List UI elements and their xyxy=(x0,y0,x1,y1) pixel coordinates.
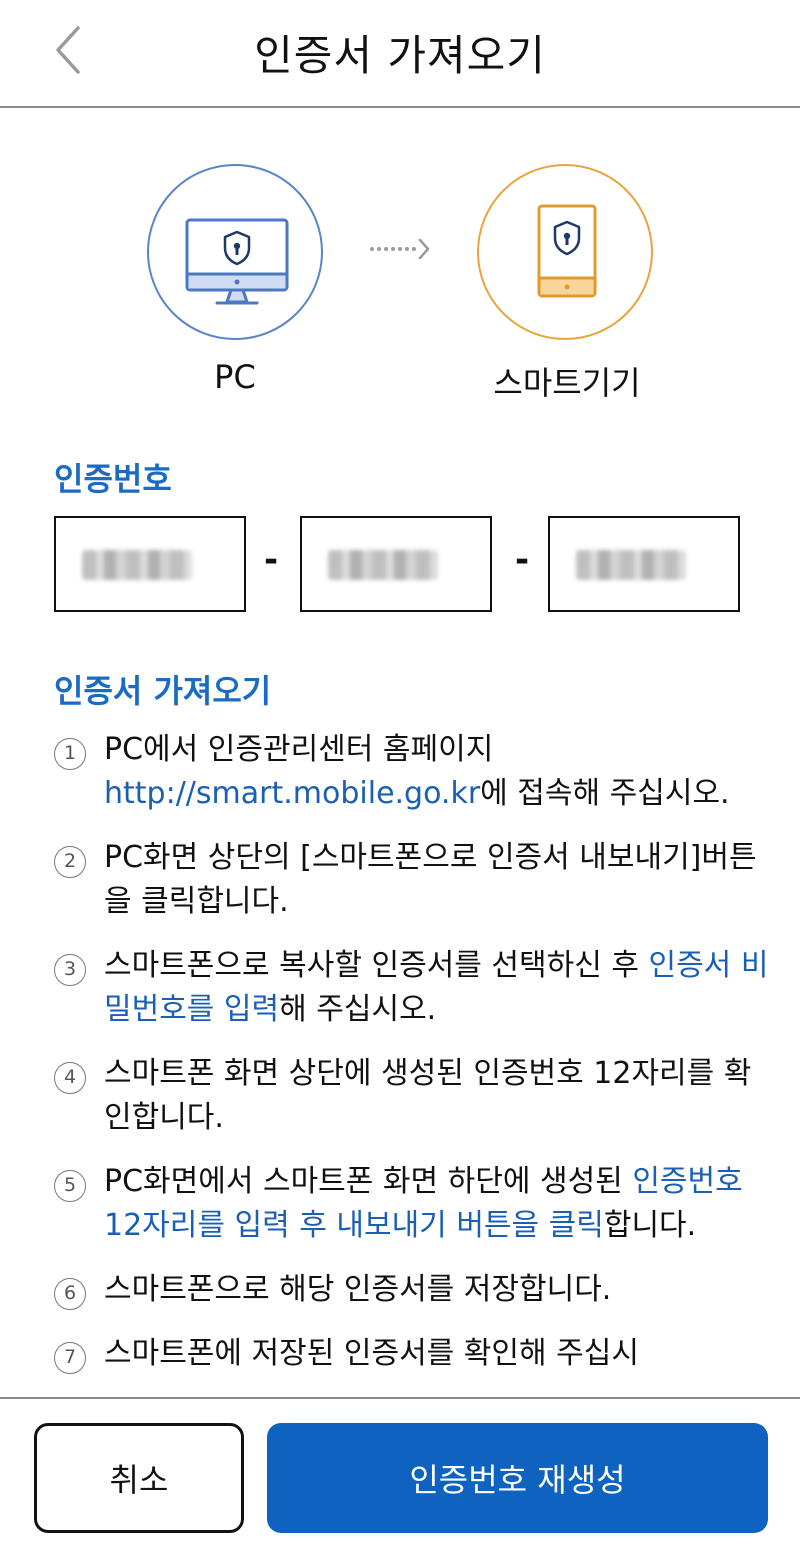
instruction-step: 5 PC화면에서 스마트폰 화면 하단에 생성된 인증번호 12자리를 입력 후 … xyxy=(54,1160,774,1248)
smart-device-circle xyxy=(477,164,653,340)
instruction-step: 2 PC화면 상단의 [스마트폰으로 인증서 내보내기]버튼을 클릭합니다. xyxy=(54,836,774,924)
auth-code-title: 인증번호 xyxy=(54,460,172,498)
smart-device-label: 스마트기기 xyxy=(493,364,641,402)
masked-value xyxy=(328,550,438,580)
step-link-text[interactable]: http://smart.mobile.go.kr xyxy=(104,776,480,811)
pc-circle xyxy=(147,164,323,340)
step-text: 에 접속해 주십시오. xyxy=(480,776,730,811)
scroll-content[interactable]: PC 스마트기기 인증번호 - - 인증서 가져오기 1 PC에서 인증관리센터 … xyxy=(0,110,800,1397)
step-text: 스마트폰으로 복사할 인증서를 선택하신 후 xyxy=(104,948,649,983)
cancel-button[interactable]: 취소 xyxy=(34,1423,244,1533)
step-text: 스마트폰에 저장된 인증서를 확인해 주십시 xyxy=(104,1336,639,1371)
top-bar: 인증서 가져오기 xyxy=(0,0,800,108)
instruction-step: 7 스마트폰에 저장된 인증서를 확인해 주십시 xyxy=(54,1332,774,1376)
step-text: 스마트폰으로 해당 인증서를 저장합니다. xyxy=(104,1272,612,1307)
step-number-badge: 1 xyxy=(54,738,86,770)
pc-label: PC xyxy=(214,358,256,396)
step-text: 합니다. xyxy=(603,1208,697,1243)
monitor-shield-icon xyxy=(185,218,289,305)
auth-code-field-1[interactable] xyxy=(54,516,246,612)
step-number-badge: 7 xyxy=(54,1342,86,1374)
step-text: PC화면에서 스마트폰 화면 하단에 생성된 xyxy=(104,1164,633,1199)
masked-value xyxy=(576,550,686,580)
auth-code-field-3[interactable] xyxy=(548,516,740,612)
step-number-badge: 4 xyxy=(54,1062,86,1094)
masked-value xyxy=(82,550,192,580)
regenerate-code-button[interactable]: 인증번호 재생성 xyxy=(267,1423,768,1533)
arrow-right-icon xyxy=(370,238,430,260)
bottom-action-bar: 취소 인증번호 재생성 xyxy=(0,1397,800,1567)
instruction-steps: 1 PC에서 인증관리센터 홈페이지 http://smart.mobile.go… xyxy=(54,728,774,1396)
import-section-title: 인증서 가져오기 xyxy=(54,672,272,710)
instruction-step: 6 스마트폰으로 해당 인증서를 저장합니다. xyxy=(54,1268,774,1312)
step-text: 스마트폰 화면 상단에 생성된 인증번호 12자리를 확인합니다. xyxy=(104,1056,752,1135)
step-number-badge: 2 xyxy=(54,846,86,878)
transfer-diagram: PC 스마트기기 xyxy=(0,110,800,410)
instruction-step: 4 스마트폰 화면 상단에 생성된 인증번호 12자리를 확인합니다. xyxy=(54,1052,774,1140)
auth-code-field-2[interactable] xyxy=(300,516,492,612)
code-separator: - xyxy=(264,540,279,580)
step-text: PC에서 인증관리센터 홈페이지 xyxy=(104,732,494,767)
step-number-badge: 5 xyxy=(54,1170,86,1202)
step-number-badge: 3 xyxy=(54,954,86,986)
instruction-step: 3 스마트폰으로 복사할 인증서를 선택하신 후 인증서 비밀번호를 입력해 주십… xyxy=(54,944,774,1032)
instruction-step: 1 PC에서 인증관리센터 홈페이지 http://smart.mobile.go… xyxy=(54,728,774,816)
step-number-badge: 6 xyxy=(54,1278,86,1310)
step-text: PC화면 상단의 [스마트폰으로 인증서 내보내기]버튼을 클릭합니다. xyxy=(104,840,757,919)
phone-shield-icon xyxy=(537,204,597,298)
code-separator: - xyxy=(515,540,530,580)
page-title: 인증서 가져오기 xyxy=(254,31,546,80)
step-text: 해 주십시오. xyxy=(279,992,437,1027)
